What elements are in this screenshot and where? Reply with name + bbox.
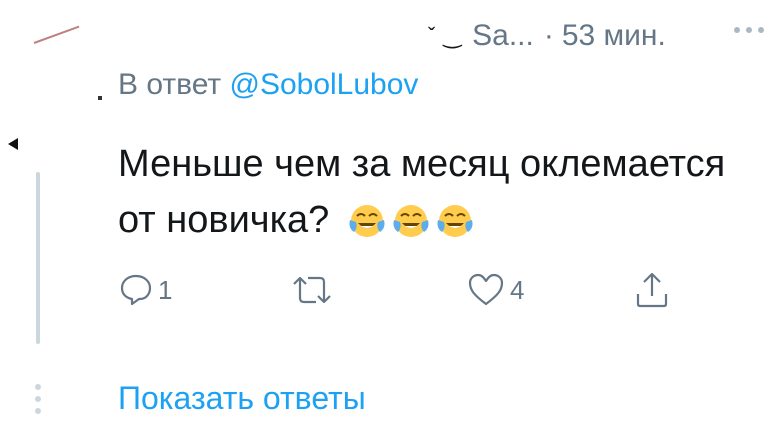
- author-name-cut[interactable]: ˇ ‿: [428, 23, 462, 49]
- reply-count: 1: [158, 274, 173, 305]
- like-action[interactable]: 4: [466, 268, 524, 312]
- tears-of-joy-emoji-icon: [393, 204, 429, 237]
- thread-continuation-dots: [35, 384, 41, 414]
- tears-of-joy-emoji-icon: [349, 204, 385, 237]
- author-handle[interactable]: Sa...: [472, 19, 534, 53]
- heart-icon: [468, 273, 504, 306]
- edge-artifact-arrow: [8, 138, 18, 150]
- retweet-icon: [293, 276, 331, 304]
- reply-to-mention-link[interactable]: @SobolLubov: [229, 68, 418, 101]
- header-separator: ·: [543, 19, 554, 52]
- retweet-action[interactable]: [290, 268, 338, 312]
- tweet-body: Меньше чем за месяц оклемается от новичк…: [118, 136, 758, 248]
- thread-line: [36, 172, 40, 344]
- tweet-timestamp[interactable]: 53 мин.: [562, 19, 666, 53]
- tears-of-joy-emoji-icon: [437, 204, 473, 237]
- reply-icon: [120, 274, 152, 306]
- more-options-icon[interactable]: [734, 18, 764, 42]
- share-icon: [636, 272, 668, 308]
- edge-artifact-dot: [98, 96, 102, 100]
- reply-to-line: В ответ @SobolLubov: [118, 68, 418, 102]
- reply-to-label: В ответ: [118, 68, 222, 101]
- tweet-header: ˇ ‿ Sa... · 53 мин.: [428, 16, 666, 56]
- share-action[interactable]: [634, 268, 670, 312]
- like-count: 4: [510, 274, 525, 305]
- emoji-group: [348, 202, 474, 242]
- show-replies-link[interactable]: Показать ответы: [118, 380, 366, 417]
- reply-action[interactable]: 1: [118, 268, 172, 312]
- edge-artifact-line: [33, 25, 80, 44]
